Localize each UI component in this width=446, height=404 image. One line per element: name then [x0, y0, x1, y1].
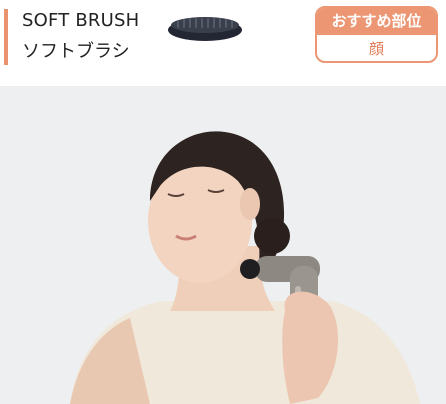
product-header: SOFT BRUSH ソフトブラシ おすすめ部位 顔	[0, 0, 446, 78]
recommended-area-badge: おすすめ部位 顔	[315, 6, 438, 63]
product-name-en: SOFT BRUSH	[22, 10, 140, 31]
product-usage-photo	[0, 86, 446, 404]
woman-using-massager-image	[0, 86, 446, 404]
recommended-area-value: 顔	[368, 40, 384, 58]
soft-brush-attachment-icon	[168, 17, 242, 41]
accent-bar	[4, 9, 8, 65]
product-name-ja: ソフトブラシ	[22, 41, 130, 62]
recommended-area-label: おすすめ部位	[317, 8, 436, 35]
